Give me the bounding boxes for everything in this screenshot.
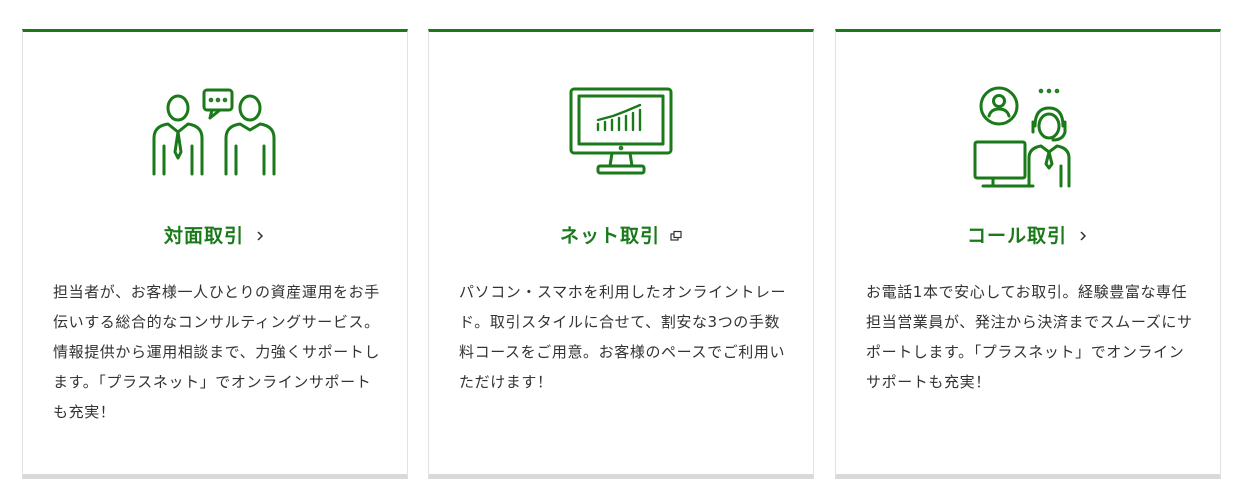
card-title[interactable]: ネット取引 [429,224,813,248]
card-description: 担当者が、お客様一人ひとりの資産運用をお手伝いする総合的なコンサルティングサービ… [53,283,381,421]
card-title-label: ネット取引 [559,225,660,247]
card-description: パソコン・スマホを利用したオンライントレード。取引スタイルに合せて、割安な3つの… [459,283,787,391]
call-center-operator-icon [836,86,1220,192]
card-description: お電話1本で安心してお取引。経験豊富な専任担当営業員が、発注から決済までスムーズ… [866,283,1193,391]
card-title[interactable]: コール取引 [836,224,1220,248]
card-title[interactable]: 対面取引 [23,224,407,248]
card-title-label: コール取引 [966,225,1067,247]
service-card-face-to-face[interactable]: 対面取引 担当者が、お客様一人ひとりの資産運用をお手伝いする総合的なコンサルティ… [22,29,408,479]
service-card-call[interactable]: コール取引 お電話1本で安心してお取引。経験豊富な専任担当営業員が、発注から決済… [835,29,1221,479]
card-title-label: 対面取引 [163,225,244,247]
service-card-online[interactable]: ネット取引 パソコン・スマホを利用したオンライントレード。取引スタイルに合せて、… [428,29,814,479]
chevron-right-icon [1080,231,1087,241]
external-link-icon [670,230,682,241]
monitor-chart-icon [429,86,813,192]
chevron-right-icon [257,231,264,241]
face-to-face-consultation-icon [23,86,407,192]
